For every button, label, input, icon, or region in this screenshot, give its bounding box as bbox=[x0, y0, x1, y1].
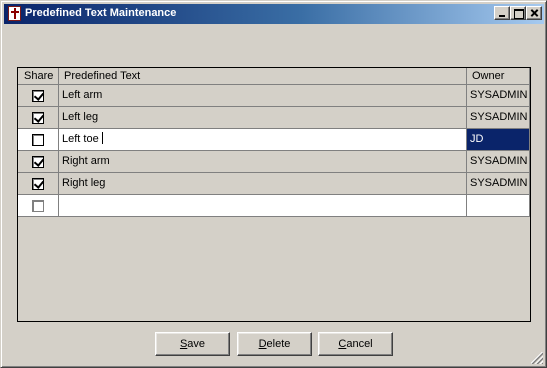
owner-cell: JD bbox=[467, 129, 530, 151]
close-button[interactable] bbox=[526, 6, 542, 20]
minimize-button[interactable] bbox=[494, 6, 510, 20]
share-cell[interactable] bbox=[18, 173, 59, 195]
share-checkbox[interactable] bbox=[32, 200, 44, 212]
title-bar[interactable]: Predefined Text Maintenance bbox=[4, 4, 544, 24]
resize-grip-icon[interactable] bbox=[531, 352, 543, 364]
table-row[interactable]: Left arm SYSADMIN bbox=[18, 85, 530, 107]
share-checkbox[interactable] bbox=[32, 178, 44, 190]
share-cell[interactable] bbox=[18, 151, 59, 173]
predefined-text-value[interactable]: Left toe bbox=[62, 133, 99, 145]
table-row-new[interactable] bbox=[18, 195, 530, 217]
owner-cell: SYSADMIN bbox=[467, 151, 530, 173]
delete-button[interactable]: Delete bbox=[237, 332, 312, 356]
predefined-text-cell[interactable] bbox=[59, 195, 467, 217]
predefined-text-cell[interactable]: Right arm bbox=[59, 151, 467, 173]
owner-cell: SYSADMIN bbox=[467, 85, 530, 107]
save-button[interactable]: Save bbox=[155, 332, 230, 356]
predefined-text-grid: Share Predefined Text Owner Left arm SYS… bbox=[17, 67, 531, 322]
table-row[interactable]: Left leg SYSADMIN bbox=[18, 107, 530, 129]
predefined-text-cell[interactable]: Left arm bbox=[59, 85, 467, 107]
table-row[interactable]: Right leg SYSADMIN bbox=[18, 173, 530, 195]
share-cell[interactable] bbox=[18, 195, 59, 217]
column-header-owner[interactable]: Owner bbox=[467, 68, 530, 85]
column-header-predefined-text[interactable]: Predefined Text bbox=[59, 68, 467, 85]
cancel-button[interactable]: Cancel bbox=[318, 332, 393, 356]
window-title: Predefined Text Maintenance bbox=[25, 7, 177, 19]
maximize-button[interactable] bbox=[510, 6, 526, 20]
share-cell[interactable] bbox=[18, 107, 59, 129]
share-cell[interactable] bbox=[18, 129, 59, 151]
share-cell[interactable] bbox=[18, 85, 59, 107]
share-checkbox[interactable] bbox=[32, 112, 44, 124]
share-checkbox[interactable] bbox=[32, 156, 44, 168]
text-cursor bbox=[101, 132, 103, 145]
predefined-text-cell[interactable]: Right leg bbox=[59, 173, 467, 195]
share-checkbox[interactable] bbox=[32, 134, 44, 146]
column-header-share[interactable]: Share bbox=[18, 68, 59, 85]
predefined-text-edit-cell[interactable]: Left toe bbox=[59, 129, 467, 151]
owner-cell bbox=[467, 195, 530, 217]
predefined-text-cell[interactable]: Left leg bbox=[59, 107, 467, 129]
owner-cell: SYSADMIN bbox=[467, 107, 530, 129]
app-icon[interactable] bbox=[8, 6, 21, 21]
dialog-window: Predefined Text Maintenance Share Predef… bbox=[0, 0, 547, 368]
table-row[interactable]: Right arm SYSADMIN bbox=[18, 151, 530, 173]
share-checkbox[interactable] bbox=[32, 90, 44, 102]
owner-cell: SYSADMIN bbox=[467, 173, 530, 195]
table-row-selected[interactable]: Left toe JD bbox=[18, 129, 530, 151]
